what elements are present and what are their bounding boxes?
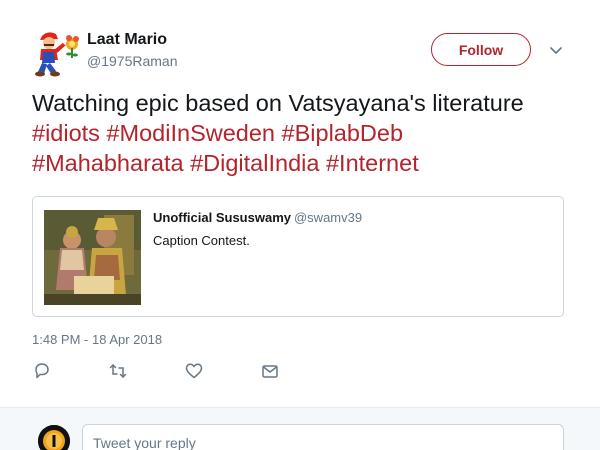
tweet-text-body: Watching epic based on Vatsyayana's lite… [32, 90, 524, 116]
movie-still-image [44, 210, 141, 305]
author-display-name[interactable]: Laat Mario [87, 31, 167, 49]
reply-button[interactable] [32, 361, 52, 381]
quoted-tweet-image[interactable] [44, 210, 141, 305]
hashtag-link[interactable]: #BiplabDeb [282, 120, 404, 146]
message-button[interactable] [260, 361, 280, 381]
chevron-down-icon [550, 47, 562, 54]
tweet-text: Watching epic based on Vatsyayana's lite… [32, 88, 582, 178]
hashtag-link[interactable]: #idiots [32, 120, 100, 146]
like-button[interactable] [184, 361, 204, 381]
quoted-tweet-card[interactable]: Unofficial Sususwamy @swamv39 Caption Con… [32, 196, 564, 317]
more-options-button[interactable] [547, 41, 565, 59]
follow-button[interactable]: Follow [431, 33, 531, 66]
author-avatar[interactable] [32, 30, 80, 78]
like-icon [185, 363, 203, 379]
author-handle[interactable]: @1975Raman [87, 53, 178, 69]
quoted-author-handle: @swamv39 [293, 210, 363, 225]
retweet-button[interactable] [108, 361, 128, 381]
reply-composer: Tweet your reply [0, 407, 600, 450]
quoted-tweet-text: Caption Contest. [153, 233, 250, 248]
hashtag-link[interactable]: #DigitalIndia [190, 150, 319, 176]
hashtag-link[interactable]: #Mahabharata [32, 150, 184, 176]
hashtag-link[interactable]: #Internet [326, 150, 419, 176]
tweet-container: Laat Mario @1975Raman Follow Watching ep… [0, 0, 600, 450]
user-avatar[interactable] [38, 425, 70, 450]
hashtag-link[interactable]: #ModiInSweden [106, 120, 275, 146]
reply-icon [35, 363, 49, 379]
retweet-icon [109, 364, 127, 378]
tweet-timestamp[interactable]: 1:48 PM - 18 Apr 2018 [32, 332, 162, 347]
quoted-tweet-author[interactable]: Unofficial Sususwamy @swamv39 [153, 210, 362, 225]
mario-avatar-icon [35, 32, 79, 77]
message-icon [262, 365, 278, 378]
quoted-author-name: Unofficial Sususwamy [153, 210, 291, 225]
user-avatar-icon [38, 425, 70, 450]
reply-input[interactable]: Tweet your reply [82, 424, 564, 450]
